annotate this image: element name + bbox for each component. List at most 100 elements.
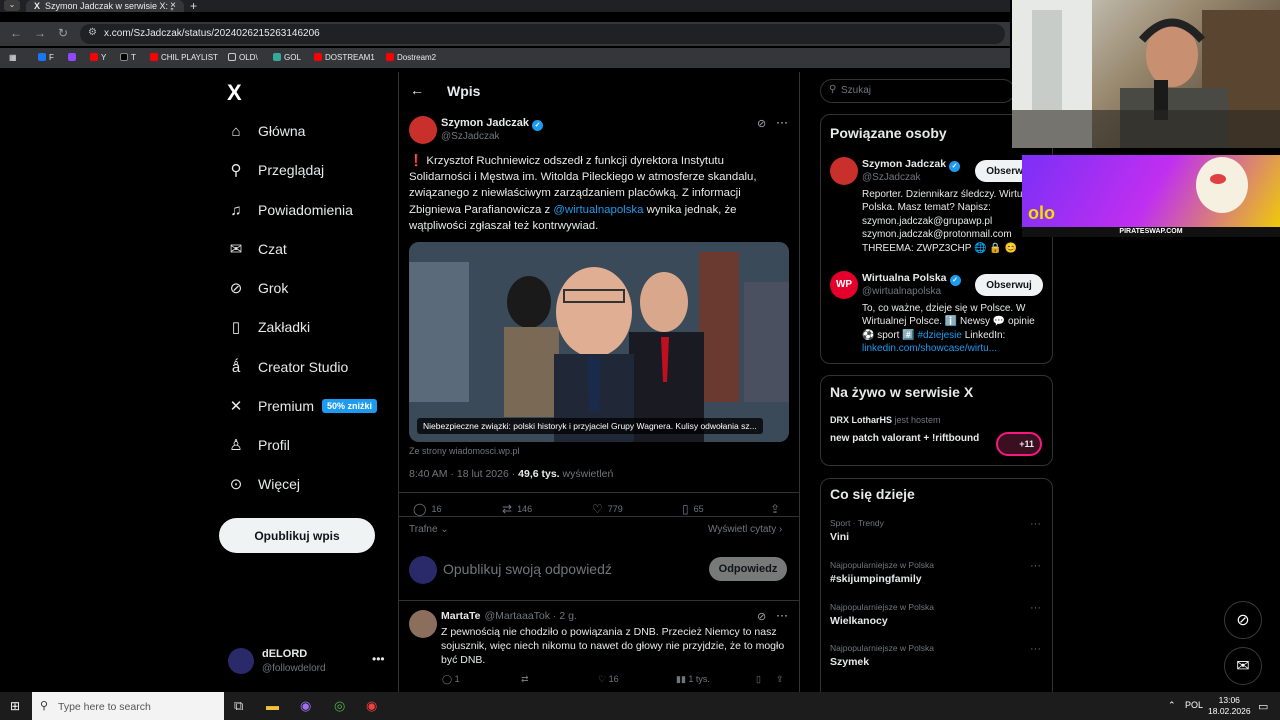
related-name[interactable]: Wirtualna Polska ✓	[862, 272, 961, 286]
trend-item[interactable]: Wielkanocy	[830, 615, 888, 627]
notifications-icon[interactable]: ▭	[1258, 700, 1268, 713]
bookmark-gol[interactable]: GOL	[273, 53, 301, 62]
task-view-icon[interactable]: ⧉	[234, 698, 243, 714]
related-avatar[interactable]	[830, 157, 858, 185]
bookmark-f[interactable]: F	[38, 53, 54, 62]
file-explorer-icon[interactable]: ▬	[266, 698, 279, 713]
forward-icon[interactable]: →	[34, 26, 46, 40]
comment-reply-action[interactable]: ◯ 1	[442, 674, 460, 685]
trend-more-icon[interactable]: ···	[1030, 602, 1041, 614]
author-avatar[interactable]	[409, 116, 437, 144]
trend-item[interactable]: #skijumpingfamily	[830, 573, 922, 585]
comment-bookmark-action[interactable]: ▯	[756, 674, 761, 685]
comment-like-action[interactable]: ♡ 16	[598, 674, 619, 685]
messages-fab-icon[interactable]: ✉	[1224, 647, 1262, 685]
bookmark-dostream1[interactable]: DOSTREAM1	[314, 53, 375, 62]
comment-repost-action[interactable]: ⇄	[521, 674, 529, 685]
repost-action[interactable]: ⇄ 146	[502, 502, 532, 516]
nav-bookmarks[interactable]: ▯ Zakładki	[226, 312, 310, 342]
trend-item[interactable]: Szymek	[830, 656, 869, 668]
nav-explore[interactable]: ⚲ Przeglądaj	[226, 155, 325, 185]
grok-icon[interactable]: ⊘	[757, 117, 766, 130]
nav-premium[interactable]: ✕ Premium 50% zniżki	[226, 391, 378, 421]
site-info-icon[interactable]: ⚙	[88, 27, 97, 38]
trend-more-icon[interactable]: ···	[1030, 518, 1041, 530]
commenter-name[interactable]: MartaTe @MartaaaTok · 2 g.	[441, 610, 577, 622]
link-card[interactable]: Niebezpieczne związki: polski historyk i…	[409, 242, 789, 442]
live-listeners-badge[interactable]: +11	[996, 432, 1042, 456]
trend-more-icon[interactable]: ···	[1030, 560, 1041, 572]
live-host[interactable]: DRX LotharHS jest hostem	[830, 415, 941, 425]
related-handle[interactable]: @SzJadczak	[862, 172, 921, 183]
reply-action[interactable]: ◯ 16	[413, 502, 441, 516]
back-icon[interactable]: ←	[10, 26, 22, 40]
nav-chat[interactable]: ✉ Czat	[226, 234, 287, 264]
post-time[interactable]: 8:40 AM · 18 lut 2026 ·	[409, 468, 518, 480]
bookmark-action[interactable]: ▯ 65	[682, 502, 704, 516]
bookmark-t[interactable]: T	[120, 53, 136, 62]
author-handle[interactable]: @SzJadczak	[441, 131, 500, 142]
bookmark-y[interactable]: Y	[90, 53, 106, 62]
publish-post-button[interactable]: Opublikuj wpis	[219, 518, 375, 553]
sort-replies-dropdown[interactable]: Trafne ⌄	[409, 524, 449, 535]
trend-item[interactable]: Vini	[830, 531, 849, 543]
mention-link[interactable]: @wirtualnapolska	[553, 204, 643, 216]
account-switcher[interactable]: dELORD @followdelord •••	[228, 646, 388, 678]
keyboard-language[interactable]: POL	[1185, 700, 1203, 710]
bookmark-chil-playlist[interactable]: CHIL PLAYLIST	[150, 53, 218, 62]
address-bar[interactable]: ⚙ x.com/SzJadczak/status/202402621526314…	[80, 24, 1005, 44]
chrome-icon[interactable]: ◎	[334, 698, 345, 714]
back-arrow-icon[interactable]: ←	[410, 82, 424, 98]
reload-icon[interactable]: ↻	[58, 26, 68, 40]
related-handle[interactable]: @wirtualnapolska	[862, 286, 941, 297]
reply-input[interactable]: Opublikuj swoją odpowiedź	[443, 561, 612, 577]
windows-start-icon[interactable]: ⊞	[10, 699, 20, 713]
commenter-avatar[interactable]	[409, 610, 437, 638]
post-more-icon[interactable]: ···	[776, 115, 788, 129]
tray-chevron-icon[interactable]: ⌃	[1168, 700, 1176, 711]
more-dots-icon[interactable]: •••	[372, 652, 385, 666]
comment-share-action[interactable]: ⇪	[776, 674, 784, 685]
browser-tab[interactable]: X Szymon Jadczak w serwisie X: „ ×	[26, 0, 184, 12]
live-stream-title[interactable]: new patch valorant + !riftbound	[830, 433, 979, 444]
follow-button[interactable]: Obserwuj	[975, 274, 1043, 296]
bookmark-old-folder[interactable]: OLD\	[228, 53, 258, 62]
view-quotes-link[interactable]: Wyświetl cytaty ›	[708, 524, 782, 535]
taskbar-search-input[interactable]: ⚲ Type here to search	[32, 692, 224, 720]
obs-icon[interactable]: ◉	[366, 698, 377, 714]
search-input[interactable]: ⚲ Szukaj	[820, 79, 1015, 103]
wp-logo-icon[interactable]: WP	[830, 271, 858, 299]
nav-home[interactable]: ⌂ Główna	[226, 116, 305, 146]
card-image	[409, 242, 789, 442]
grok-fab-icon[interactable]: ⊘	[1224, 601, 1262, 639]
grok-icon[interactable]: ⊘	[757, 610, 766, 623]
linkedin-link[interactable]: linkedin.com/showcase/wirtu...	[862, 343, 997, 354]
card-source[interactable]: Ze strony wiadomosci.wp.pl	[409, 446, 520, 456]
nav-more[interactable]: ⊙ Więcej	[226, 469, 300, 499]
app-icon[interactable]: ◉	[300, 698, 311, 714]
author-name[interactable]: Szymon Jadczak ✓	[441, 117, 544, 131]
comment-more-icon[interactable]: ···	[776, 608, 788, 622]
reply-button[interactable]: Odpowiedz	[709, 557, 787, 581]
nav-creator-studio[interactable]: ǻ Creator Studio	[226, 352, 348, 382]
bookmark-dostream2[interactable]: Dostream2	[386, 53, 436, 62]
comment-text: Z pewnością nie chodziło o powiązania z …	[441, 626, 785, 666]
share-action[interactable]: ⇪	[770, 502, 785, 516]
new-tab-icon[interactable]: +	[190, 0, 197, 13]
bookmark-twitch[interactable]	[68, 53, 79, 62]
apps-icon[interactable]: ▦	[9, 53, 17, 62]
nav-profile[interactable]: ♙ Profil	[226, 430, 290, 460]
comment-views-action[interactable]: ▮▮ 1 tys.	[676, 674, 710, 685]
tab-close-icon[interactable]: ×	[170, 0, 176, 11]
nav-notifications[interactable]: ♫ Powiadomienia	[226, 195, 353, 225]
verified-icon: ✓	[532, 120, 544, 131]
hashtag-link[interactable]: #dziejesie	[917, 330, 961, 341]
page-title: Wpis	[447, 83, 481, 99]
tab-search-icon[interactable]: ⌄	[4, 0, 20, 11]
related-name[interactable]: Szymon Jadczak ✓	[862, 158, 961, 172]
like-action[interactable]: ♡ 779	[592, 502, 623, 516]
trend-more-icon[interactable]: ···	[1030, 643, 1041, 655]
x-logo[interactable]: X	[227, 80, 242, 106]
nav-grok[interactable]: ⊘ Grok	[226, 273, 289, 303]
taskbar-clock[interactable]: 13:06 18.02.2026	[1208, 695, 1251, 717]
